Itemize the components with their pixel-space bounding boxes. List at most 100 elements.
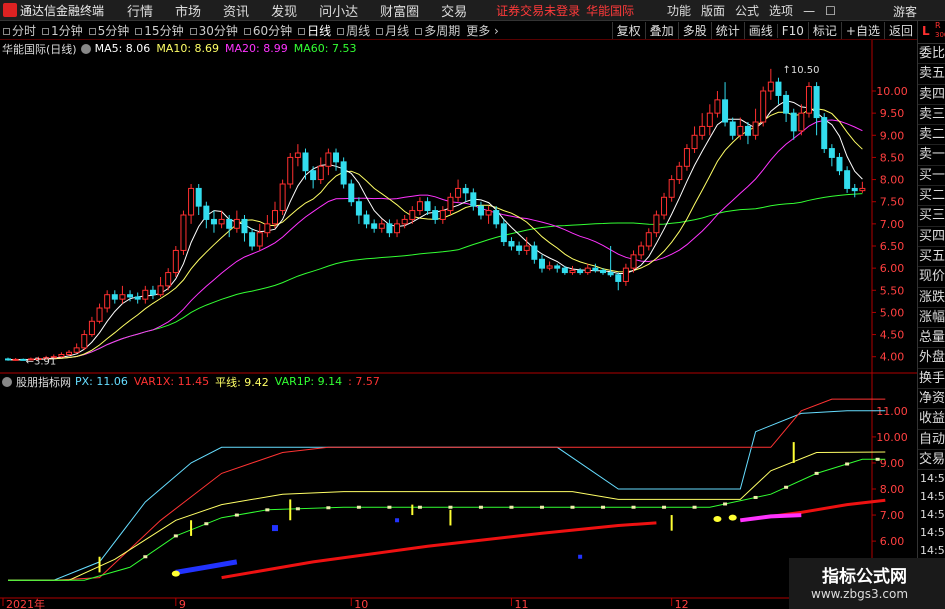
settings-circle-icon[interactable]	[2, 376, 12, 387]
side-tab[interactable]: 现价	[918, 267, 945, 288]
flat-line-value: 平线: 9.42	[215, 375, 269, 389]
side-tab[interactable]: 自动	[918, 430, 945, 450]
period-5min[interactable]: 5分钟	[86, 22, 133, 39]
period-multi[interactable]: 多周期	[412, 22, 463, 39]
price-tick-label: 8.00	[880, 174, 905, 187]
time-tick-label: 9	[179, 598, 186, 609]
tool-mark[interactable]: 标记	[807, 22, 841, 39]
candle-body	[752, 121, 759, 136]
tool-back[interactable]: 返回	[883, 22, 917, 39]
menu-discover[interactable]: 发现	[260, 1, 308, 20]
chevron-right-icon: ›	[494, 23, 499, 38]
period-30min[interactable]: 30分钟	[187, 22, 241, 39]
tool-multi-stock[interactable]: 多股	[677, 22, 711, 39]
ma20-value: MA20: 8.99	[225, 42, 288, 55]
menu-ask[interactable]: 问小达	[308, 1, 369, 20]
side-time: 14:56	[920, 508, 945, 522]
side-tab[interactable]: 买四	[918, 227, 945, 247]
candle-body	[592, 267, 599, 271]
side-tab[interactable]: 卖二	[918, 125, 945, 146]
minimize-icon[interactable]: —	[798, 4, 820, 18]
watermark-title: 指标公式网	[822, 567, 907, 587]
side-tab[interactable]: 卖四	[918, 85, 945, 105]
side-tab[interactable]: 买二	[918, 186, 945, 207]
side-panel-label: 300	[935, 31, 945, 39]
side-tab[interactable]: 委比	[918, 44, 945, 65]
period-15min[interactable]: 15分钟	[132, 22, 186, 39]
period-label: 30分钟	[198, 23, 238, 38]
candle-body	[233, 218, 240, 229]
indicator-tick-label: 10.00	[876, 431, 908, 444]
side-tab[interactable]: 涨幅	[918, 308, 945, 329]
candle-body	[81, 334, 88, 349]
side-tab[interactable]: 买一	[918, 166, 945, 187]
menu-layout[interactable]: 版面	[696, 2, 730, 19]
candle-body	[577, 269, 584, 274]
candle-body	[279, 183, 286, 212]
candle-body	[828, 148, 835, 158]
var1p-dot	[692, 505, 697, 509]
tool-overlay[interactable]: 叠加	[644, 22, 678, 39]
chart-area[interactable]: 10.00 9.50 9.00 8.50 8.00 7.50 7.00 6.50 6.00 5.5…	[0, 40, 917, 609]
side-tab[interactable]: 净资	[918, 389, 945, 410]
menu-wealth[interactable]: 财富圈	[369, 1, 430, 20]
var1p-dot	[478, 505, 483, 509]
login-status[interactable]: 证券交易未登录	[496, 2, 580, 19]
checkbox-icon	[415, 27, 423, 35]
candle-body	[516, 245, 523, 251]
period-label: 5分钟	[97, 23, 130, 38]
candle-body	[744, 125, 751, 136]
candle-body	[302, 152, 309, 172]
side-panel: L R 300 委比 卖五 卖四 卖三 卖二 卖一 买一 买二 买三 买四 买五…	[917, 21, 945, 609]
candle-body	[607, 272, 614, 276]
var1p-value: VAR1P: 9.14	[274, 375, 343, 388]
side-tab[interactable]: 买五	[918, 247, 945, 268]
side-tab[interactable]: 涨跌	[918, 288, 945, 308]
candle-body	[722, 99, 729, 123]
side-tab[interactable]: 买三	[918, 206, 945, 227]
period-1min[interactable]: 1分钟	[39, 22, 86, 39]
price-tick-label: 6.50	[880, 240, 905, 253]
checkbox-icon	[3, 27, 10, 35]
menu-function[interactable]: 功能	[662, 2, 696, 19]
candle-body	[424, 201, 431, 212]
tool-adjust[interactable]: 复权	[611, 22, 645, 39]
candle-body	[645, 232, 652, 247]
tool-draw[interactable]: 画线	[743, 22, 777, 39]
side-tab[interactable]: 卖三	[918, 105, 945, 126]
side-tab[interactable]: 外盘	[918, 348, 945, 369]
menu-quotes[interactable]: 行情	[116, 1, 164, 20]
menu-news[interactable]: 资讯	[212, 1, 260, 20]
settings-circle-icon[interactable]	[80, 43, 91, 54]
menu-formula[interactable]: 公式	[730, 2, 764, 19]
side-tab[interactable]: 卖一	[918, 145, 945, 166]
side-tab[interactable]: 总量	[918, 328, 945, 349]
period-tick[interactable]: 分时	[0, 22, 39, 39]
menu-trade[interactable]: 交易	[430, 1, 478, 20]
candle-body	[653, 214, 660, 234]
menu-market[interactable]: 市场	[164, 1, 212, 20]
side-tab[interactable]: 卖五	[918, 64, 945, 85]
period-label: 分时	[12, 23, 37, 38]
guest-label[interactable]: 游客	[893, 3, 917, 20]
period-monthly[interactable]: 月线	[373, 22, 412, 39]
tool-stats[interactable]: 统计	[710, 22, 744, 39]
signal-marker	[713, 515, 722, 522]
period-daily[interactable]: 日线	[295, 22, 334, 39]
price-tick-label: 8.50	[880, 151, 905, 164]
tool-add-watchlist[interactable]: +自选	[840, 22, 884, 39]
period-label: 周线	[346, 23, 371, 38]
signal-marker	[171, 570, 180, 577]
menu-options[interactable]: 选项	[764, 2, 798, 19]
maximize-icon[interactable]: ☐	[820, 4, 841, 18]
period-60min[interactable]: 60分钟	[241, 22, 295, 39]
side-tab[interactable]: 收益	[918, 409, 945, 430]
period-weekly[interactable]: 周线	[334, 22, 373, 39]
side-tab[interactable]: 交易	[918, 450, 945, 471]
side-tab[interactable]: 换手	[918, 369, 945, 390]
tool-f10[interactable]: F10	[776, 23, 808, 38]
var1p-dot	[814, 471, 819, 475]
candle-body	[767, 81, 774, 92]
candle-body	[699, 125, 706, 136]
period-more[interactable]: 更多 ›	[463, 22, 502, 39]
